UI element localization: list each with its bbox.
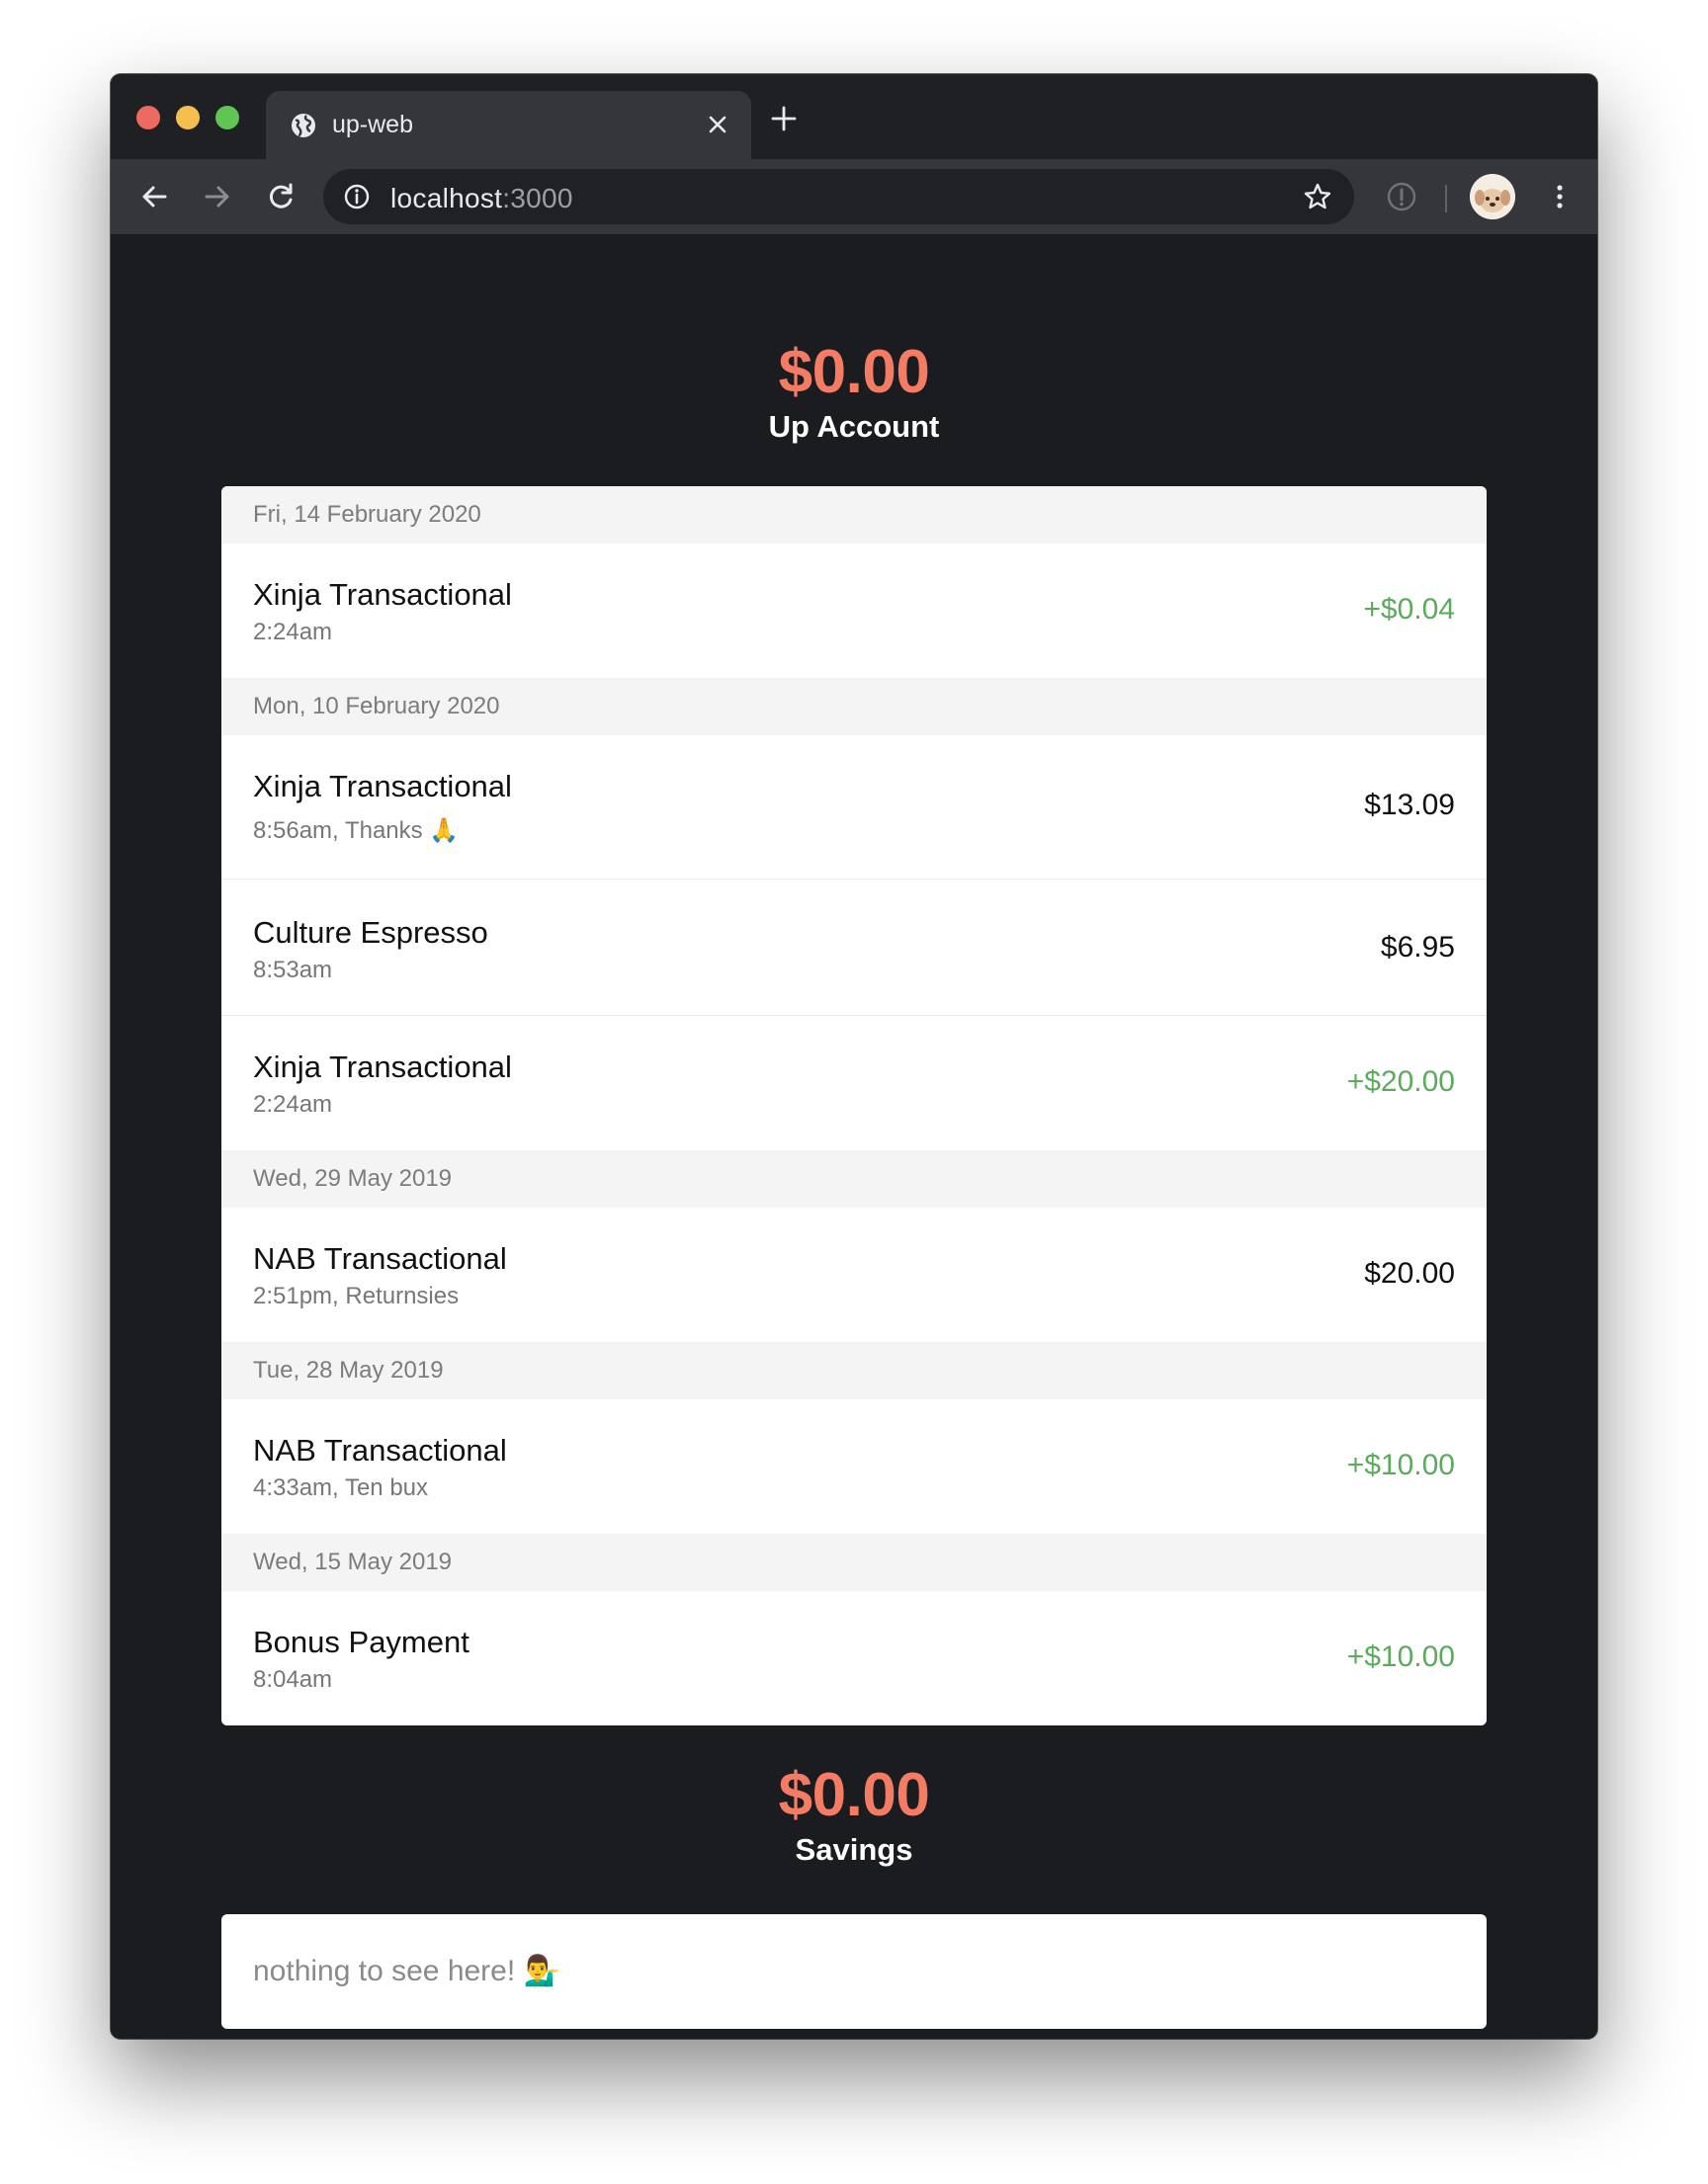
transaction-amount: +$20.00 — [1346, 1065, 1455, 1098]
url-port: :3000 — [502, 183, 573, 213]
savings-empty-card: nothing to see here! 💁‍♂️ — [221, 1914, 1487, 2029]
globe-icon — [292, 114, 315, 137]
back-arrow-icon[interactable] — [136, 179, 172, 214]
transaction-meta: 4:33am, Ten bux — [253, 1474, 429, 1501]
url-text: localhost:3000 — [390, 183, 573, 214]
transaction-meta: 8:53am — [253, 957, 333, 983]
transactions-card: Fri, 14 February 2020 Xinja Transactiona… — [221, 486, 1487, 1725]
up-account-header: $0.00 Up Account — [111, 338, 1597, 447]
transaction-meta: 2:51pm, Returnsies — [253, 1283, 460, 1309]
reload-icon[interactable] — [263, 179, 299, 214]
transaction-row[interactable]: NAB Transactional 2:51pm, Returnsies $20… — [221, 1208, 1487, 1342]
tab-title: up-web — [332, 111, 413, 138]
address-bar[interactable]: localhost:3000 — [323, 169, 1354, 224]
transaction-row[interactable]: Xinja Transactional 2:24am +$0.04 — [221, 544, 1487, 678]
transaction-meta: 2:24am — [253, 1091, 333, 1118]
zoom-window-button[interactable] — [215, 106, 239, 129]
empty-state-message: nothing to see here! 💁‍♂️ — [253, 1955, 560, 1987]
transaction-meta: 2:24am — [253, 619, 333, 645]
date-header: Wed, 29 May 2019 — [221, 1150, 1487, 1208]
transaction-meta: 8:56am, Thanks 🙏 — [253, 817, 460, 844]
date-header: Tue, 28 May 2019 — [221, 1342, 1487, 1399]
up-account-balance: $0.00 — [778, 338, 930, 406]
transaction-description: NAB Transactional — [253, 1433, 507, 1468]
transaction-description: Xinja Transactional — [253, 1050, 512, 1084]
more-vert-icon[interactable] — [1542, 179, 1578, 214]
transaction-amount: $13.09 — [1364, 789, 1455, 821]
transaction-meta: 8:04am — [253, 1666, 333, 1693]
page-content: $0.00 Up Account Fri, 14 February 2020 X… — [111, 234, 1597, 2039]
url-host: localhost — [390, 183, 503, 213]
transaction-description: Bonus Payment — [253, 1625, 470, 1659]
transaction-row[interactable]: Xinja Transactional 8:56am, Thanks 🙏 $13… — [221, 735, 1487, 880]
transaction-description: NAB Transactional — [253, 1241, 507, 1276]
browser-window: up-web localhost:3000 $0.00 Up Account F… — [111, 74, 1597, 2039]
transaction-description: Xinja Transactional — [253, 577, 512, 612]
transaction-amount: +$10.00 — [1346, 1449, 1455, 1481]
savings-header: $0.00 Savings — [111, 1761, 1597, 1870]
date-header: Wed, 15 May 2019 — [221, 1534, 1487, 1591]
transaction-amount: $20.00 — [1364, 1257, 1455, 1290]
browser-toolbar: localhost:3000 — [111, 159, 1597, 234]
toolbar-divider — [1445, 185, 1447, 212]
up-account-name: Up Account — [768, 409, 940, 444]
transaction-row[interactable]: NAB Transactional 4:33am, Ten bux +$10.0… — [221, 1399, 1487, 1534]
savings-name: Savings — [795, 1832, 913, 1867]
avatar[interactable] — [1470, 174, 1515, 219]
transaction-amount: $6.95 — [1380, 931, 1455, 964]
savings-balance: $0.00 — [778, 1761, 930, 1829]
avatar-face-icon — [1470, 174, 1515, 219]
plus-icon[interactable] — [769, 104, 799, 133]
tab-strip: up-web — [111, 74, 1597, 159]
date-header: Fri, 14 February 2020 — [221, 486, 1487, 544]
tab-up-web[interactable]: up-web — [266, 91, 751, 159]
info-icon[interactable] — [343, 183, 371, 210]
close-icon[interactable] — [706, 113, 729, 136]
transaction-amount: +$0.04 — [1363, 593, 1455, 626]
forward-arrow-icon[interactable] — [200, 179, 235, 214]
transaction-row[interactable]: Bonus Payment 8:04am +$10.00 — [221, 1591, 1487, 1725]
transaction-amount: +$10.00 — [1346, 1640, 1455, 1673]
star-icon[interactable] — [1303, 182, 1332, 211]
extension-icon[interactable] — [1386, 181, 1417, 212]
transaction-row[interactable]: Xinja Transactional 2:24am +$20.00 — [221, 1016, 1487, 1150]
transaction-description: Xinja Transactional — [253, 769, 512, 803]
transaction-description: Culture Espresso — [253, 915, 488, 950]
date-header: Mon, 10 February 2020 — [221, 678, 1487, 735]
transaction-row[interactable]: Culture Espresso 8:53am $6.95 — [221, 880, 1487, 1016]
close-window-button[interactable] — [136, 106, 160, 129]
minimize-window-button[interactable] — [176, 106, 200, 129]
